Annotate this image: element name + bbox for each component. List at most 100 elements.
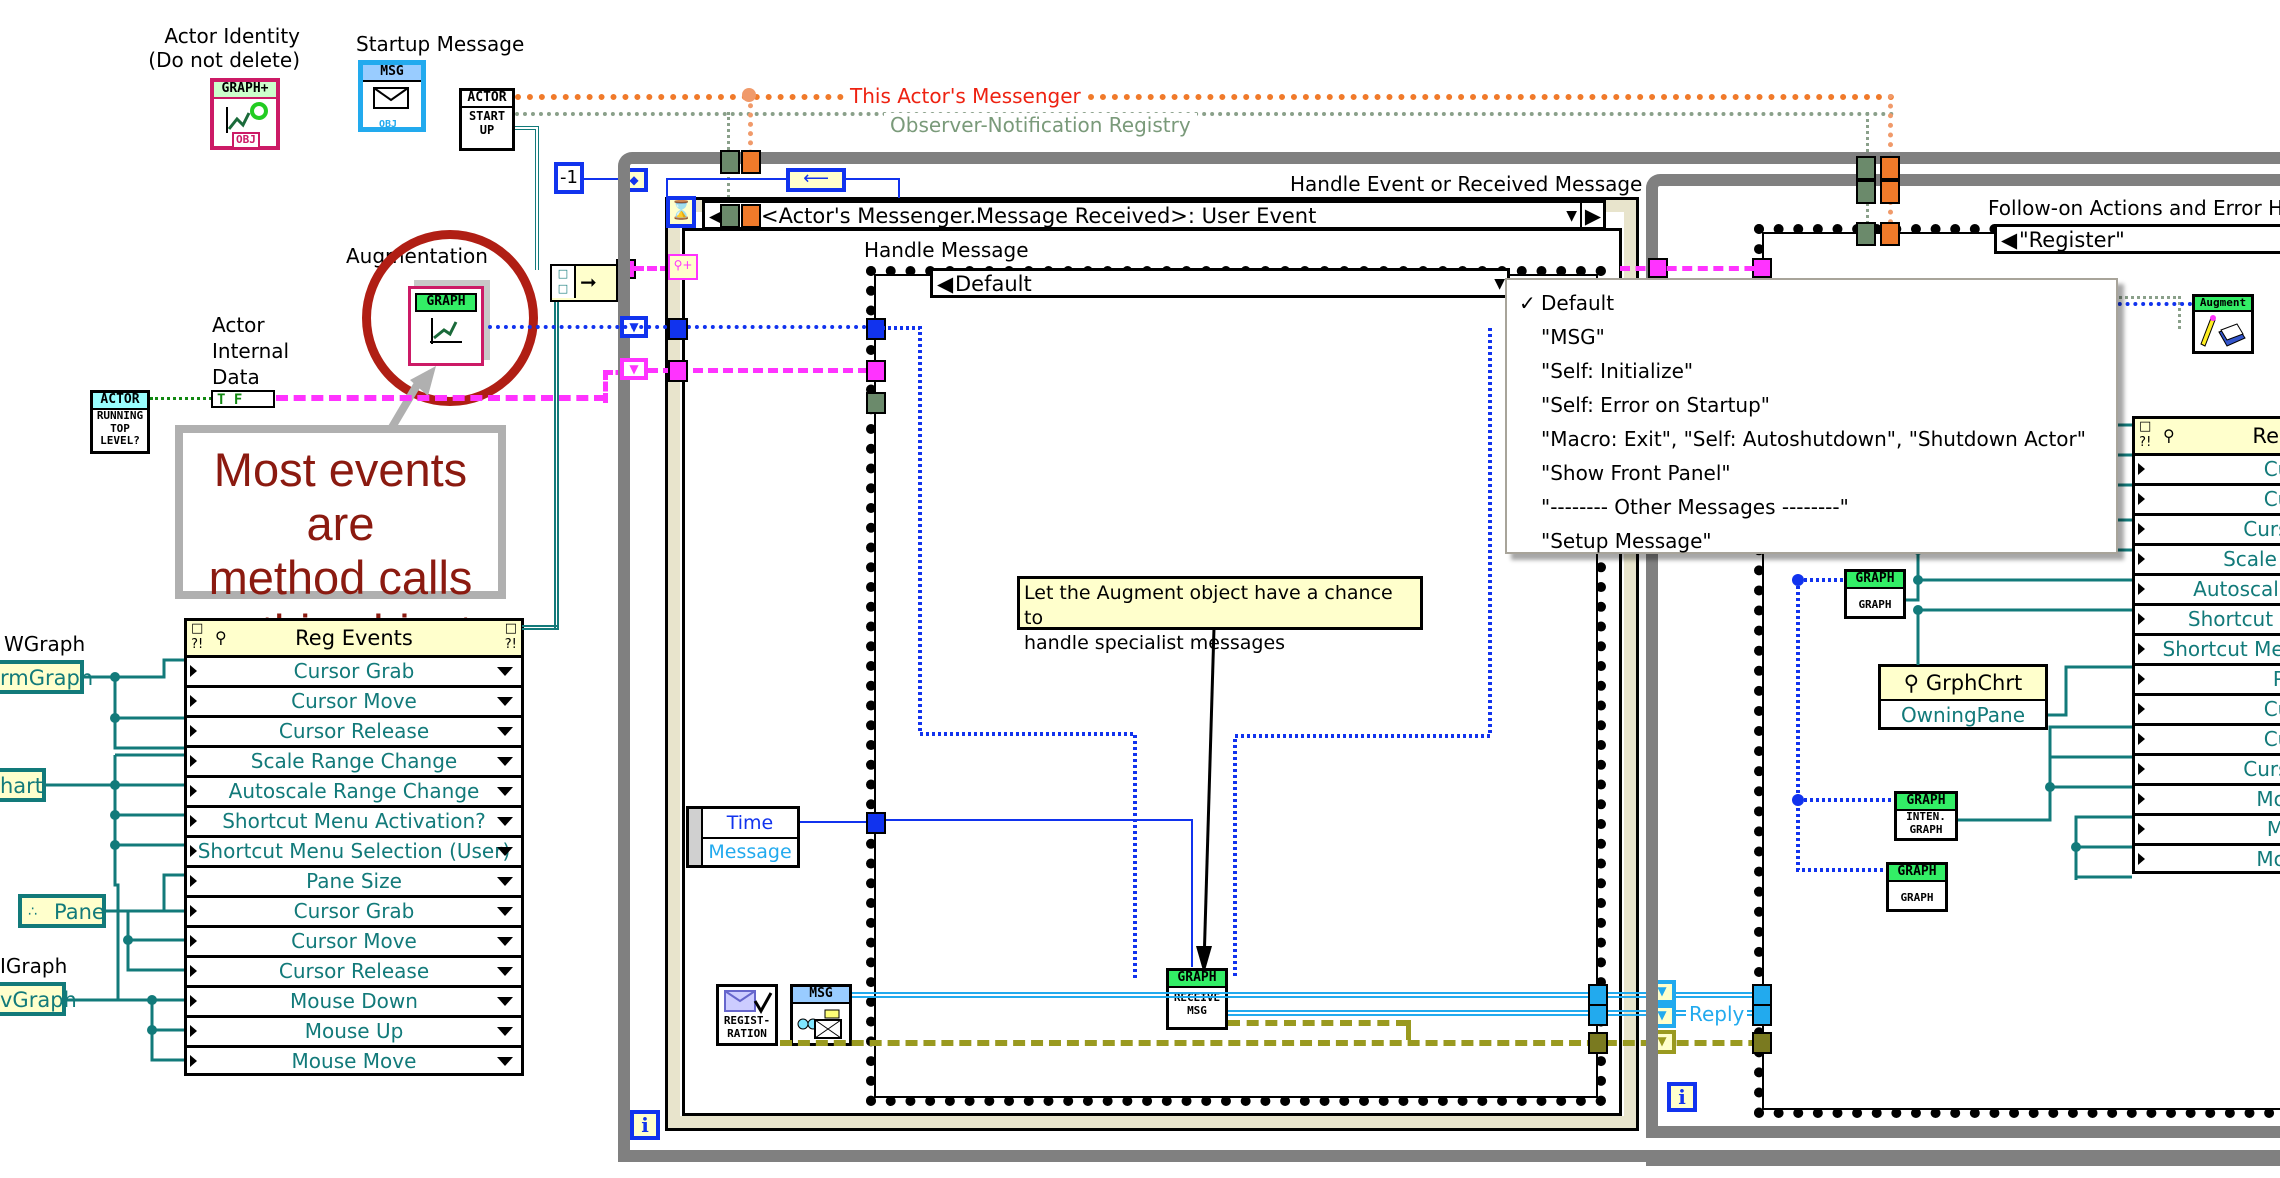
case-menu-item[interactable]: "Self: Error on Startup" bbox=[1507, 388, 2116, 422]
event-selector-dropdown[interactable]: ▼ bbox=[1566, 203, 1577, 229]
reg-event-row[interactable]: Cursor Move bbox=[187, 688, 521, 718]
reg-events-node-left[interactable]: □?! ⚲ Reg Events □?! Cursor Grab Cursor M… bbox=[184, 618, 524, 1076]
input-arrow-icon bbox=[2138, 463, 2145, 475]
actor-identity-label: Actor Identity (Do not delete) bbox=[140, 24, 300, 72]
follow-on-gray-band bbox=[1646, 1152, 2280, 1166]
reg-event-right-row[interactable]: Cursor bbox=[2135, 516, 2280, 546]
actor-identity-constant[interactable]: GRAPH+ OBJ bbox=[210, 78, 280, 150]
event-dropdown-icon[interactable] bbox=[497, 697, 513, 706]
augment-node[interactable]: Augment bbox=[2192, 294, 2254, 354]
event-dropdown-icon[interactable] bbox=[497, 847, 513, 856]
messenger-wire[interactable] bbox=[515, 94, 1895, 100]
event-dropdown-icon[interactable] bbox=[497, 667, 513, 676]
event-dropdown-icon[interactable] bbox=[497, 967, 513, 976]
reg-event-right-row[interactable]: Autoscale F bbox=[2135, 576, 2280, 606]
comment-line1: Let the Augment object have a chance to bbox=[1024, 582, 1393, 629]
reg-event-right-row[interactable]: Mous bbox=[2135, 846, 2280, 873]
event-dropdown-icon[interactable] bbox=[497, 997, 513, 1006]
reg-event-right-row-label: Curs bbox=[2263, 457, 2280, 481]
case-selector-dropdown[interactable]: ▼ bbox=[1494, 271, 1505, 297]
reg-event-right-row-label: Curs bbox=[2263, 727, 2280, 751]
event-dropdown-icon[interactable] bbox=[497, 787, 513, 796]
reg-event-right-row[interactable]: Pan bbox=[2135, 666, 2280, 696]
reg-events-node-right[interactable]: □?! ⚲ Re Curs Curs Cursor Scale Ra Autoscale… bbox=[2132, 416, 2280, 874]
case-menu-item[interactable]: ✓ Default bbox=[1507, 286, 2116, 320]
event-dropdown-icon[interactable] bbox=[497, 1027, 513, 1036]
reg-event-row-label: Mouse Move bbox=[291, 1049, 417, 1073]
error-wire-1[interactable] bbox=[1228, 1020, 1408, 1026]
actor-identity-footer: OBJ bbox=[232, 132, 260, 149]
reg-event-row[interactable]: Mouse Down bbox=[187, 988, 521, 1018]
reg-event-row[interactable]: Cursor Grab bbox=[187, 658, 521, 688]
reg-event-row[interactable]: Mouse Move bbox=[187, 1048, 521, 1075]
reg-event-row[interactable]: Cursor Release bbox=[187, 718, 521, 748]
msg-node[interactable]: MSG bbox=[790, 984, 852, 1046]
augment-comment: Let the Augment object have a chance to … bbox=[1017, 576, 1423, 654]
reg-event-right-row[interactable]: Curs bbox=[2135, 726, 2280, 756]
input-arrow-icon bbox=[190, 965, 197, 977]
reg-event-right-row[interactable]: Scale Ra bbox=[2135, 546, 2280, 576]
startup-message-constant[interactable]: MSG OBJ bbox=[358, 60, 426, 132]
case-menu-item[interactable]: "Show Front Panel" bbox=[1507, 456, 2116, 490]
event-selector[interactable]: ◀ [1] <Actor's Messenger.Message Receive… bbox=[702, 200, 1606, 230]
case-menu-item-label: "Self: Initialize" bbox=[1541, 359, 1694, 383]
reg-event-row[interactable]: Cursor Grab bbox=[187, 898, 521, 928]
event-data-time[interactable]: Time bbox=[703, 809, 797, 839]
reg-event-right-row[interactable]: Shortcut Me bbox=[2135, 606, 2280, 636]
reg-event-row[interactable]: Shortcut Menu Selection (User) bbox=[187, 838, 521, 868]
event-dropdown-icon[interactable] bbox=[497, 937, 513, 946]
message-tunnel-right-1 bbox=[1588, 984, 1608, 1006]
reg-event-right-row[interactable]: Curs bbox=[2135, 696, 2280, 726]
tf-constant[interactable]: T F bbox=[211, 390, 275, 408]
receive-msg-node[interactable]: GRAPH RECEIVE MSG bbox=[1166, 968, 1228, 1030]
actor-startup-node[interactable]: ACTOR START UP bbox=[459, 88, 515, 151]
follow-on-selector[interactable]: ◀ "Register" bbox=[1994, 224, 2280, 254]
selector-increment-arrow[interactable]: ▶ bbox=[1579, 203, 1601, 229]
reg-event-row[interactable]: Autoscale Range Change bbox=[187, 778, 521, 808]
follow-on-decrement[interactable]: ◀ bbox=[2001, 227, 2017, 253]
case-menu-item[interactable]: "MSG" bbox=[1507, 320, 2116, 354]
reg-event-row[interactable]: Scale Range Change bbox=[187, 748, 521, 778]
reg-event-row-label: Cursor Move bbox=[291, 689, 417, 713]
error-wire-2[interactable] bbox=[1406, 1020, 1411, 1040]
reg-event-right-row[interactable]: Curs bbox=[2135, 486, 2280, 516]
event-dropdown-icon[interactable] bbox=[497, 757, 513, 766]
timeout-constant[interactable]: -1 bbox=[554, 162, 584, 194]
reg-event-right-row[interactable]: Mous bbox=[2135, 786, 2280, 816]
reg-event-row[interactable]: Cursor Move bbox=[187, 928, 521, 958]
event-dropdown-icon[interactable] bbox=[497, 727, 513, 736]
case-menu-item-label: "MSG" bbox=[1541, 325, 1605, 349]
reg-event-right-row-label: Mou bbox=[2266, 817, 2280, 841]
case-menu-item[interactable]: "Macro: Exit", "Self: Autoshutdown", "Sh… bbox=[1507, 422, 2116, 456]
event-dropdown-icon[interactable] bbox=[497, 817, 513, 826]
case-selector-menu[interactable]: ✓ Default "MSG" "Self: Initialize" "Self: Er… bbox=[1505, 278, 2118, 554]
case-selector-decrement[interactable]: ◀ bbox=[937, 271, 953, 297]
reg-event-row[interactable]: Mouse Up bbox=[187, 1018, 521, 1048]
input-arrow-icon bbox=[2138, 643, 2145, 655]
augmentation-constant[interactable]: GRAPH bbox=[408, 286, 484, 366]
reg-event-right-row[interactable]: Shortcut Menu bbox=[2135, 636, 2280, 666]
registry-wire[interactable] bbox=[515, 112, 1895, 116]
dequeue-arrow-node[interactable]: ⟵ bbox=[786, 168, 846, 192]
case-menu-item[interactable]: "Setup Message" bbox=[1507, 524, 2116, 558]
reg-event-right-row[interactable]: Mou bbox=[2135, 816, 2280, 846]
case-menu-item[interactable]: "Self: Initialize" bbox=[1507, 354, 2116, 388]
reg-event-row[interactable]: Shortcut Menu Activation? bbox=[187, 808, 521, 838]
reg-event-row[interactable]: Cursor Release bbox=[187, 958, 521, 988]
timeout-terminal[interactable]: ⌛ bbox=[666, 196, 696, 228]
registration-node[interactable]: REGIST- RATION bbox=[716, 984, 778, 1046]
event-dropdown-icon[interactable] bbox=[497, 1057, 513, 1066]
input-arrow-icon bbox=[190, 875, 197, 887]
case-menu-item[interactable]: "-------- Other Messages --------" bbox=[1507, 490, 2116, 524]
event-data-grip[interactable] bbox=[689, 809, 703, 865]
register-events-node[interactable]: □ □ ➞ bbox=[550, 264, 618, 302]
actor-running-top-level-node[interactable]: ACTOR RUNNING TOP LEVEL? bbox=[90, 390, 150, 454]
reg-event-right-row[interactable]: Cursor bbox=[2135, 756, 2280, 786]
event-dropdown-icon[interactable] bbox=[497, 907, 513, 916]
event-data-message[interactable]: Message bbox=[703, 839, 797, 865]
case-selector[interactable]: ◀ Default ▼ bbox=[930, 268, 1510, 298]
event-dropdown-icon[interactable] bbox=[497, 877, 513, 886]
reg-event-right-row[interactable]: Curs bbox=[2135, 456, 2280, 486]
reg-event-row[interactable]: Pane Size bbox=[187, 868, 521, 898]
actor-data-shift-register[interactable]: ▼ bbox=[620, 358, 648, 380]
